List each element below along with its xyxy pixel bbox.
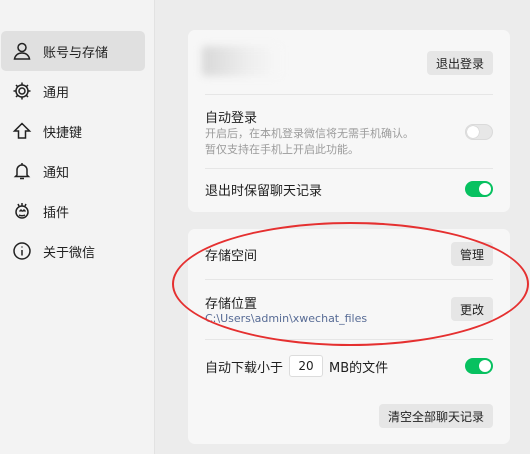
auto-login-row: 自动登录 开启后，在本机登录微信将无需手机确认。 暂仅支持在手机上开启此功能。 <box>205 106 493 158</box>
settings-sidebar: 账号与存储 通用 快捷键 通知 插件 关于微信 <box>0 0 155 454</box>
auto-download-suffix: MB的文件 <box>329 360 389 376</box>
sidebar-item-label: 快捷键 <box>43 125 83 141</box>
manage-button[interactable]: 管理 <box>450 242 493 266</box>
blurred-account-info <box>202 46 280 76</box>
sidebar-item-plugins[interactable]: 插件 <box>1 191 145 231</box>
settings-main: 退出登录 自动登录 开启后，在本机登录微信将无需手机确认。 暂仅支持在手机上开启… <box>156 0 530 454</box>
storage-space-title: 存储空间 <box>205 248 258 264</box>
keyboard-arrow-icon <box>11 120 33 142</box>
auto-download-row: 自动下载小于 20 MB的文件 <box>205 353 493 379</box>
sidebar-item-account-storage[interactable]: 账号与存储 <box>1 31 145 71</box>
keep-history-title: 退出时保留聊天记录 <box>205 183 323 199</box>
storage-location-row: 存储位置 C:\Users\admin\xwechat_files 更改 <box>205 291 493 327</box>
sidebar-item-label: 账号与存储 <box>43 45 109 61</box>
storage-location-path[interactable]: C:\Users\admin\xwechat_files <box>205 312 367 325</box>
clear-history-button[interactable]: 清空全部聊天记录 <box>378 404 493 428</box>
sidebar-item-label: 关于微信 <box>43 245 96 261</box>
plugin-icon <box>11 200 33 222</box>
auto-download-prefix: 自动下载小于 <box>205 360 284 376</box>
change-location-button[interactable]: 更改 <box>450 297 493 321</box>
sidebar-item-general[interactable]: 通用 <box>1 71 145 111</box>
storage-card: 存储空间 管理 存储位置 C:\Users\admin\xwechat_file… <box>188 229 510 444</box>
auto-login-toggle[interactable] <box>465 124 493 140</box>
logout-button[interactable]: 退出登录 <box>426 51 493 75</box>
storage-location-title: 存储位置 <box>205 297 258 312</box>
gear-icon <box>11 80 33 102</box>
auto-download-size-input[interactable]: 20 <box>289 355 324 377</box>
auto-download-toggle[interactable] <box>465 358 493 374</box>
sidebar-item-label: 通知 <box>43 165 70 181</box>
info-icon <box>11 240 33 262</box>
auto-login-hint-1: 开启后，在本机登录微信将无需手机确认。 <box>205 126 414 140</box>
sidebar-item-label: 通用 <box>43 85 70 101</box>
storage-space-row: 存储空间 管理 <box>205 242 493 266</box>
auto-login-hint-2: 暂仅支持在手机上开启此功能。 <box>205 142 359 156</box>
user-icon <box>11 40 33 62</box>
bell-icon <box>11 160 33 182</box>
sidebar-item-label: 插件 <box>43 205 70 221</box>
keep-history-toggle[interactable] <box>465 181 493 197</box>
sidebar-item-notifications[interactable]: 通知 <box>1 151 145 191</box>
sidebar-item-shortcuts[interactable]: 快捷键 <box>1 111 145 151</box>
keep-history-row: 退出时保留聊天记录 <box>205 176 493 202</box>
sidebar-item-about[interactable]: 关于微信 <box>1 231 145 271</box>
auto-login-title: 自动登录 <box>205 110 258 126</box>
